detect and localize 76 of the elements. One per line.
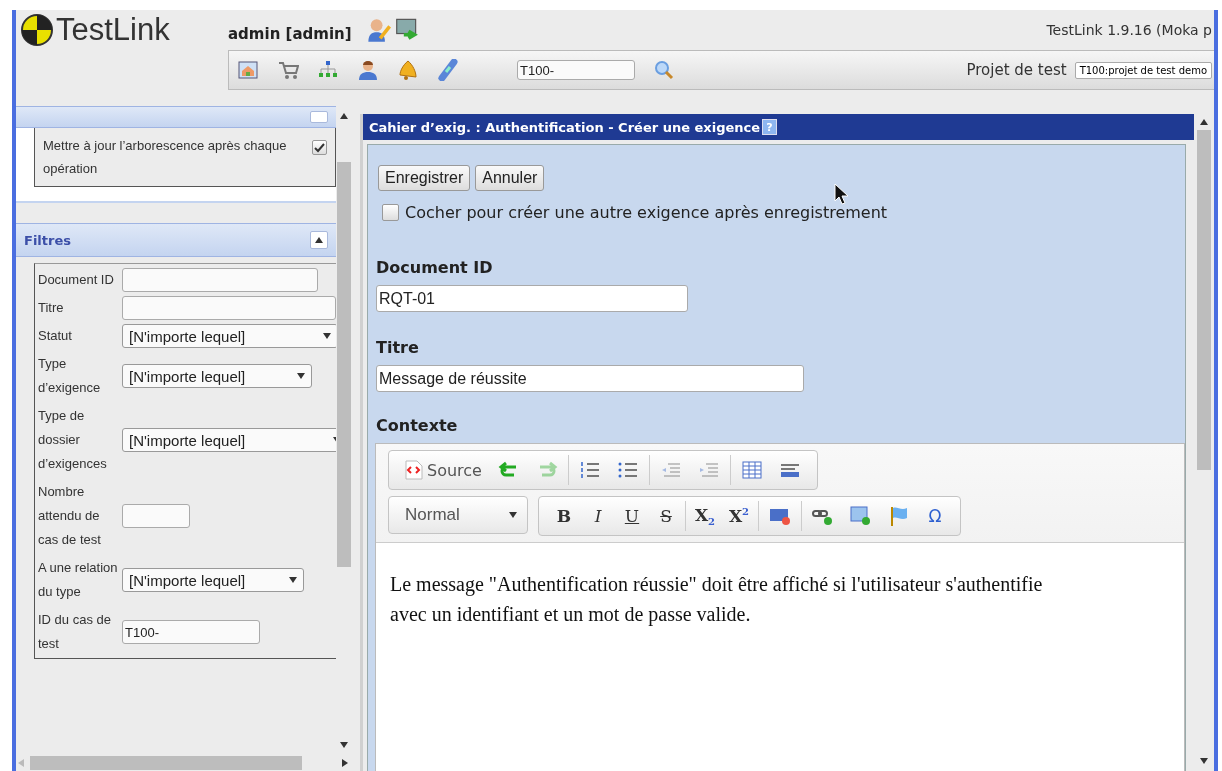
- cancel-button[interactable]: Annuler: [475, 165, 545, 191]
- format-button[interactable]: I: [583, 501, 613, 531]
- source-button[interactable]: Source: [399, 455, 488, 485]
- field-label: Titre: [376, 338, 420, 357]
- cart-icon: [277, 59, 299, 81]
- project-select[interactable]: T100:projet de test demo: [1074, 61, 1212, 79]
- filter-label: Nombre attendu de cas de test: [38, 483, 102, 549]
- home-icon: [237, 59, 259, 81]
- editor-text: Le message "Authentification réussie" doit être affiché si l'utilisateur s'authentifie avec un identifiant et un mot de passe valide.: [390, 572, 1044, 628]
- format-button[interactable]: X$_{2}$: [690, 501, 720, 531]
- code-file-icon: [405, 460, 423, 480]
- cart-button[interactable]: [277, 59, 299, 81]
- checkbox-label: Cocher pour créer une autre exigence après enregistrement: [405, 203, 888, 222]
- format-button[interactable]: B: [549, 501, 579, 531]
- filter-select[interactable]: [N'importe lequel]: [122, 364, 312, 388]
- setting-label: Mettre à jour l’arborescence après chaque opération: [43, 137, 288, 178]
- collapse-button[interactable]: [310, 231, 328, 249]
- filter-label: A une relation du type: [38, 559, 118, 601]
- search-icon: [653, 59, 675, 81]
- panel-title: Filtres: [24, 232, 71, 248]
- filter-field[interactable]: [122, 268, 318, 292]
- filter-select[interactable]: [N'importe lequel]: [122, 568, 304, 592]
- dropdown-arrow-icon: [509, 512, 517, 518]
- scroll-up-icon: [340, 113, 348, 119]
- bell-button[interactable]: [397, 59, 419, 81]
- filter-label: Statut: [38, 327, 73, 345]
- scroll-down-icon: [340, 742, 348, 748]
- page-title: Cahier d’exig. : Authentification - Créer une exigence: [369, 119, 761, 135]
- scroll-down-icon: [1200, 758, 1208, 764]
- filter-field[interactable]: T100-: [122, 620, 260, 644]
- capsule-icon: [437, 59, 459, 81]
- table-icon: [740, 459, 763, 481]
- filter-label: Titre: [38, 299, 65, 317]
- filter-select[interactable]: [N'importe lequel]: [122, 428, 336, 452]
- filter-select[interactable]: [N'importe lequel]: [122, 324, 336, 348]
- logo-text: TestLink: [56, 12, 170, 48]
- format-dropdown[interactable]: Normal: [388, 496, 528, 534]
- numbered-list-icon: [578, 459, 601, 481]
- save-button[interactable]: Enregistrer: [378, 165, 471, 191]
- checkbox[interactable]: [312, 140, 327, 155]
- flag-icon: [888, 505, 910, 527]
- filter-label: Document ID: [38, 271, 115, 289]
- filter-label: ID du cas de test: [38, 611, 112, 653]
- text-field[interactable]: RQT-01: [376, 285, 688, 312]
- scroll-up-icon: [1200, 119, 1208, 125]
- user-edit-icon: [365, 17, 392, 43]
- version-text: TestLink 1.9.16 (Moka p: [1046, 22, 1212, 38]
- search-field[interactable]: T100-: [517, 60, 635, 80]
- user-button[interactable]: [357, 59, 379, 81]
- image-icon: [850, 505, 872, 527]
- filter-field[interactable]: [122, 296, 336, 320]
- home-button[interactable]: [237, 59, 259, 81]
- project-label: Projet de test: [966, 61, 1067, 79]
- format-button[interactable]: U: [617, 501, 647, 531]
- filter-label: Type d’exigence: [38, 355, 102, 397]
- scroll-right-icon: [342, 759, 348, 767]
- filter-field[interactable]: [122, 504, 190, 528]
- dropdown-arrow-icon: [323, 333, 331, 339]
- scroll-left-icon: [18, 759, 24, 767]
- text-field[interactable]: Message de réussite: [376, 365, 804, 392]
- collapse-icon: [315, 237, 323, 243]
- capsule-button[interactable]: [437, 59, 459, 81]
- user-icon: [357, 59, 379, 81]
- bell-icon: [397, 59, 419, 81]
- format-button[interactable]: S: [651, 501, 681, 531]
- mouse-cursor-icon: [834, 183, 850, 205]
- format-button[interactable]: Ω: [920, 501, 950, 531]
- field-label: Document ID: [376, 258, 494, 277]
- field-label: Contexte: [376, 416, 459, 435]
- dropdown-arrow-icon: [289, 577, 297, 583]
- filter-label: Type de dossier d’exigences: [38, 407, 108, 473]
- dropdown-arrow-icon: [297, 373, 305, 379]
- user-name: admin [admin]: [228, 25, 352, 43]
- logo-icon: [20, 13, 54, 47]
- checkbox[interactable]: [382, 204, 399, 221]
- format-button[interactable]: X$^{2}$: [724, 501, 754, 531]
